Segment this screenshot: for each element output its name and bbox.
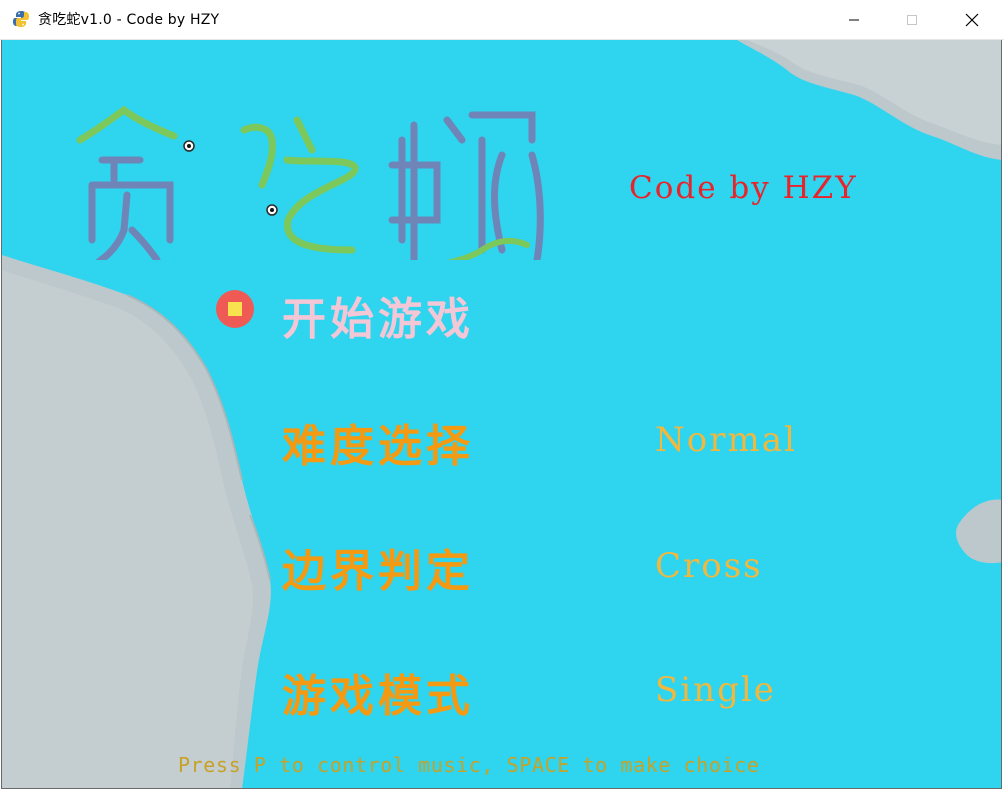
close-icon [965,13,979,26]
minimize-button[interactable] [825,0,883,39]
author-credit: Code by HZY [629,170,858,206]
selection-cursor-center [228,302,242,316]
maximize-icon [907,14,917,25]
game-logo [76,105,544,260]
selection-cursor-icon [216,290,254,328]
game-canvas[interactable]: Code by HZY 开始游戏 难度选择 Normal 边界判定 Cross … [1,40,1002,789]
menu-start-game[interactable]: 开始游戏 [282,283,474,347]
python-icon [13,11,29,27]
difficulty-value[interactable]: Normal [655,420,797,460]
window-title: 贪吃蛇v1.0 - Code by HZY [38,12,220,28]
menu-difficulty[interactable]: 难度选择 [282,410,474,474]
minimize-icon [849,19,859,20]
close-button[interactable] [943,0,1001,39]
game-mode-value[interactable]: Single [655,670,776,710]
window-titlebar[interactable]: 贪吃蛇v1.0 - Code by HZY [0,0,1004,40]
menu-border-mode[interactable]: 边界判定 [282,535,474,599]
maximize-button[interactable] [883,0,941,39]
menu-game-mode[interactable]: 游戏模式 [282,660,474,724]
controls-hint: Press P to control music, SPACE to make … [178,753,760,777]
border-mode-value[interactable]: Cross [655,546,763,586]
